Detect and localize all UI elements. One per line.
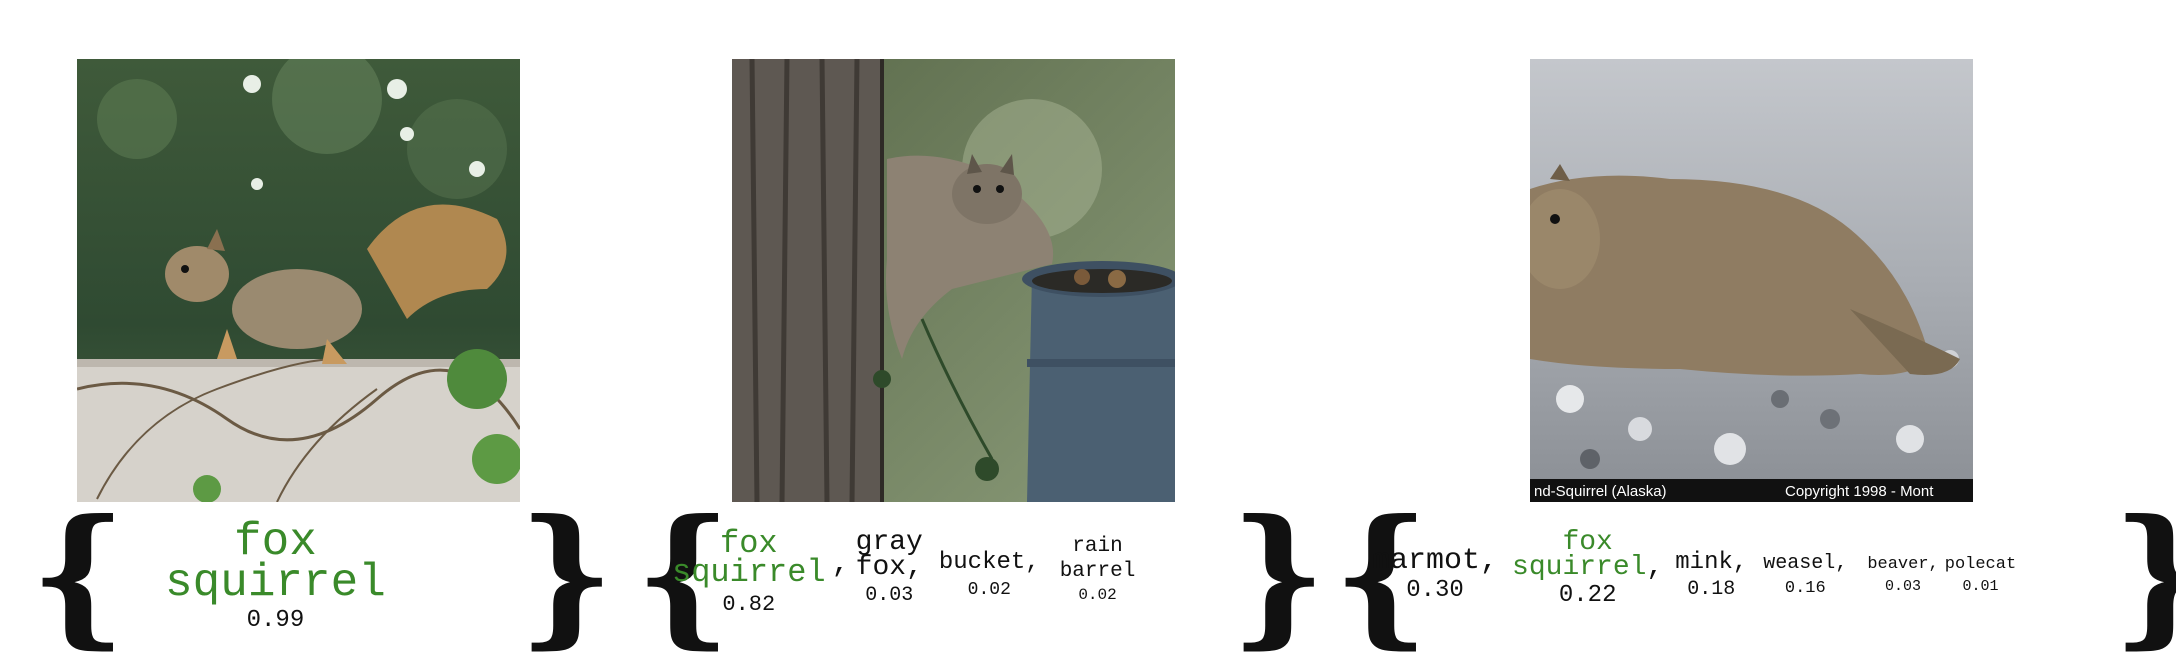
prediction-item: fox squirrel 0.99 <box>165 519 386 634</box>
prediction-score: 0.82 <box>722 591 776 617</box>
prediction-label: mink, <box>1675 549 1748 576</box>
prediction-label: rain barrel <box>1060 534 1136 584</box>
prediction-item: rain barrel 0.02 <box>1060 534 1136 604</box>
separator: , <box>1732 549 1748 576</box>
prediction-label-text: beaver <box>1867 555 1929 574</box>
separator: , <box>1646 552 1664 584</box>
prediction-group: fox squirrel 0.82 , gray fox, 0.03 bucke… <box>672 528 1136 617</box>
prediction-item: polecat 0.01 <box>1944 555 2017 596</box>
prediction-score: 0.18 <box>1687 577 1736 601</box>
prediction-label-text: marmot <box>1372 544 1481 578</box>
prediction-item: weasel, 0.16 <box>1763 552 1848 599</box>
prediction-label-line: polecat <box>1944 555 2017 574</box>
prediction-score: 0.03 <box>1885 578 1922 596</box>
prediction-score: 0.99 <box>246 606 305 634</box>
prediction-label: marmot, <box>1372 546 1498 576</box>
prediction-item: fox squirrel 0.82 <box>672 528 826 617</box>
prediction-label-line: bucket, <box>938 549 1040 576</box>
prediction-score: 0.22 <box>1558 582 1617 610</box>
prediction-item: fox squirrel, 0.22 <box>1512 528 1664 610</box>
separator: , <box>1480 544 1499 578</box>
prediction-label-line: beaver, <box>1867 555 1939 574</box>
prediction-label-line: mink, <box>1675 549 1748 576</box>
prediction-label: polecat <box>1944 555 2017 574</box>
prediction-item: beaver, 0.03 <box>1867 555 1939 596</box>
prediction-label-text: bucket <box>938 549 1026 576</box>
caption-text: nd-Squirrel (Alaska) <box>1534 483 1667 500</box>
separator: , <box>1835 552 1848 575</box>
prediction-score: 0.02 <box>967 579 1011 600</box>
brace-close: } <box>2112 500 2176 650</box>
prediction-label: fox squirrel <box>165 519 386 610</box>
separator: , <box>1928 555 1939 574</box>
prediction-score: 0.02 <box>1078 586 1117 605</box>
prediction-score: 0.03 <box>865 584 914 608</box>
prediction-label: bucket, <box>938 549 1040 576</box>
prediction-label-text: weasel <box>1763 552 1836 575</box>
prediction-label-line: weasel, <box>1763 552 1848 575</box>
prediction-score: 0.30 <box>1406 577 1464 604</box>
prediction-group: marmot, 0.30 fox squirrel, 0.22 mink, 0.… <box>1372 528 2017 610</box>
prediction-label: gray fox, <box>855 528 923 584</box>
photo-fox-squirrel-fence <box>77 59 520 502</box>
prediction-label: fox squirrel, <box>1512 528 1664 584</box>
prediction-label-text: mink <box>1675 549 1733 576</box>
brace-close: } <box>1230 487 1327 663</box>
photo-squirrel-tree-bucket <box>732 59 1175 502</box>
prediction-label: fox squirrel <box>672 528 826 591</box>
prediction-label-line: marmot, <box>1372 546 1498 576</box>
prediction-item: gray fox, 0.03 <box>855 528 923 608</box>
prediction-group: fox squirrel 0.99 <box>165 519 386 634</box>
brace-close: } <box>518 487 615 663</box>
separator: , <box>906 552 923 584</box>
prediction-score: 0.01 <box>1962 578 1999 596</box>
prediction-label-line: squirrel <box>165 557 386 610</box>
prediction-item: marmot, 0.30 <box>1372 546 1498 604</box>
prediction-label-text: fox <box>855 552 907 584</box>
prediction-label-line: squirrel <box>672 553 826 591</box>
prediction-label-text: squirrel <box>1512 552 1647 584</box>
copyright-text: Copyright 1998 - Mont <box>1785 483 1934 500</box>
prediction-label-line: squirrel, <box>1512 552 1664 584</box>
separator: , <box>831 547 850 581</box>
prediction-item: mink, 0.18 <box>1675 549 1748 601</box>
prediction-score: 0.16 <box>1784 579 1826 598</box>
prediction-label-line: fox, <box>855 552 923 584</box>
prediction-label-line: barrel <box>1059 560 1136 584</box>
prediction-item: bucket, 0.02 <box>938 549 1040 600</box>
prediction-label: weasel, <box>1763 552 1848 575</box>
brace-open: { <box>30 487 127 663</box>
separator: , <box>1025 549 1040 576</box>
prediction-label-line: rain <box>1072 535 1123 558</box>
photo-ground-squirrel-gravel: nd-Squirrel (Alaska) Copyright 1998 - Mo… <box>1530 59 1973 502</box>
prediction-label: beaver, <box>1867 555 1939 574</box>
